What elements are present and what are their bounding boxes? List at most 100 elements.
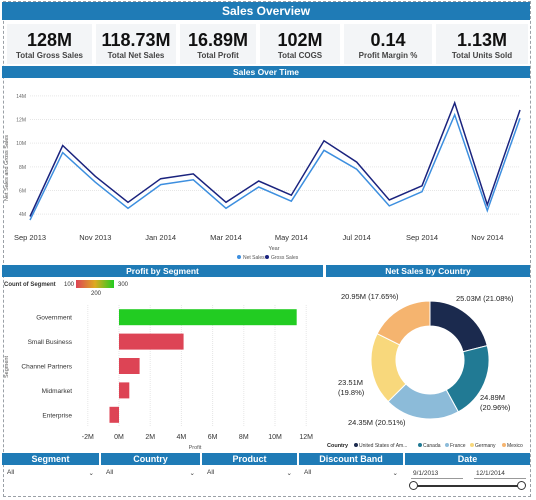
kpi-value: 118.73M: [101, 30, 171, 50]
profit-by-segment-chart[interactable]: Count of Segment 100 200 300 Segment Pro…: [2, 277, 323, 452]
slicer-title: Country: [101, 453, 200, 465]
bar-chart-header: Profit by Segment: [2, 265, 323, 277]
net-sales-line[interactable]: [29, 112, 521, 221]
page-title: Sales Overview: [2, 2, 530, 20]
line-x-tick: Mar 2014: [210, 233, 242, 242]
kpi-label: Total Units Sold: [451, 51, 513, 60]
line-x-tick: May 2014: [275, 233, 308, 242]
net-sales-by-country-chart[interactable]: 20.95M (17.65%) 25.03M (21.08%) 24.89M (…: [326, 277, 530, 452]
kpi-value: 1.13M: [456, 30, 508, 50]
kpi-label: Total Profit: [197, 51, 239, 60]
segment-dropdown[interactable]: All ⌄: [2, 465, 99, 477]
donut-label-mexico: 20.95M (17.65%): [341, 292, 399, 301]
end-date-input[interactable]: 12/1/2014: [474, 469, 526, 479]
bar-x-tick: 0M: [114, 434, 124, 441]
kpi-value: 16.89M: [187, 30, 249, 50]
bar-x-tick: -2M: [82, 434, 94, 441]
kpi-card-cogs: 102M Total COGS: [260, 24, 340, 64]
slicer-title: Discount Band: [299, 453, 403, 465]
donut-legend-marker: [445, 443, 449, 447]
bar-x-tick: 4M: [177, 434, 187, 441]
slider-start-handle[interactable]: [409, 481, 418, 490]
kpi-value: 0.14: [370, 30, 406, 50]
line-x-tick: Jul 2014: [342, 233, 370, 242]
chevron-down-icon: ⌄: [189, 470, 195, 477]
kpi-label: Total Net Sales: [107, 51, 165, 60]
donut-label-canada-1: 24.89M: [480, 393, 505, 402]
donut-legend-marker: [418, 443, 422, 447]
donut-legend-title: Country: [327, 443, 349, 449]
chevron-down-icon: ⌄: [392, 470, 398, 477]
line-chart-header: Sales Over Time: [2, 66, 530, 78]
bar-enterprise: [109, 406, 119, 423]
start-date-input[interactable]: 9/1/2013: [411, 469, 463, 479]
donut-legend-item: Germany: [475, 443, 496, 449]
bar-category-label: Small Business: [28, 339, 73, 346]
donut-label-united-states: 25.03M (21.08%): [456, 294, 514, 303]
kpi-card-units-sold: 1.13M Total Units Sold: [436, 24, 528, 64]
line-y-tick: 14M: [16, 94, 26, 100]
bar-x-axis-label: Profit: [189, 445, 202, 451]
kpi-label: Profit Margin %: [358, 51, 418, 60]
line-x-tick: Nov 2014: [471, 233, 503, 242]
country-slicer[interactable]: Country All ⌄: [101, 453, 200, 483]
legend-gross-sales: Gross Sales: [271, 255, 299, 261]
country-dropdown[interactable]: All ⌄: [101, 465, 200, 477]
donut-label-france: 24.35M (20.51%): [348, 418, 406, 427]
slider-end-handle[interactable]: [517, 481, 526, 490]
kpi-card-profit: 16.89M Total Profit: [180, 24, 256, 64]
kpi-value: 102M: [277, 30, 323, 50]
bar-legend-max: 300: [118, 282, 129, 288]
bar-x-tick: 6M: [208, 434, 218, 441]
line-x-tick: Jan 2014: [145, 233, 176, 242]
product-slicer[interactable]: Product All ⌄: [202, 453, 297, 483]
donut-legend-item: Canada: [423, 443, 441, 449]
slicer-value: All: [106, 469, 114, 476]
kpi-card-net-sales: 118.73M Total Net Sales: [96, 24, 176, 64]
donut-label-germany-2: (19.8%): [338, 388, 365, 397]
kpi-label: Total COGS: [277, 51, 323, 60]
donut-legend-marker: [470, 443, 474, 447]
bar-midmarket: [119, 382, 130, 399]
sales-over-time-chart[interactable]: 4M 6M 8M 10M 12M 14M Sep 2013 Nov 2013 Jan 2014…: [2, 78, 530, 262]
bar-y-axis-label: Segment: [4, 356, 10, 378]
donut-label-canada-2: (20.96%): [480, 403, 511, 412]
slicer-value: All: [7, 469, 15, 476]
line-x-tick: Sep 2013: [14, 233, 46, 242]
donut-slice-0: [429, 300, 488, 353]
kpi-label: Total Gross Sales: [16, 51, 83, 60]
discount-band-slicer[interactable]: Discount Band All ⌄: [299, 453, 403, 483]
segment-slicer[interactable]: Segment All ⌄: [2, 453, 99, 483]
bar-small-business: [119, 333, 184, 350]
bar-x-tick: 12M: [299, 434, 313, 441]
chevron-down-icon: ⌄: [286, 470, 292, 477]
bar-category-label: Government: [36, 315, 72, 322]
line-x-axis-label: Year: [268, 246, 279, 252]
date-range-slider[interactable]: [405, 479, 530, 493]
discount-band-dropdown[interactable]: All ⌄: [299, 465, 403, 477]
slider-track: [413, 485, 522, 487]
legend-net-sales: Net Sales: [243, 255, 265, 261]
bar-category-label: Midmarket: [42, 388, 73, 395]
bar-category-label: Channel Partners: [21, 364, 72, 371]
bar-x-tick: 8M: [239, 434, 249, 441]
slicer-title: Date: [405, 453, 530, 465]
kpi-value: 128M: [26, 30, 73, 50]
legend-gross-sales-marker: [265, 255, 269, 259]
kpi-card-gross-sales: 128M Total Gross Sales: [7, 24, 92, 64]
bar-category-label: Enterprise: [42, 412, 72, 419]
bar-legend-title: Count of Segment: [4, 282, 56, 288]
line-y-axis-label: Net Sales and Gross Sales: [4, 135, 10, 201]
donut-legend-item: Mexico: [507, 443, 523, 449]
slicer-title: Segment: [2, 453, 99, 465]
product-dropdown[interactable]: All ⌄: [202, 465, 297, 477]
bar-government: [119, 309, 297, 326]
slicer-title: Product: [202, 453, 297, 465]
slicer-value: All: [207, 469, 215, 476]
bar-x-tick: 2M: [145, 434, 155, 441]
bar-legend-min: 100: [64, 282, 75, 288]
kpi-row: 128M Total Gross Sales 118.73M Total Net…: [2, 24, 530, 64]
donut-legend-marker: [354, 443, 358, 447]
bar-channel-partners: [119, 358, 140, 374]
date-slicer[interactable]: Date 9/1/2013 12/1/2014: [405, 453, 530, 497]
